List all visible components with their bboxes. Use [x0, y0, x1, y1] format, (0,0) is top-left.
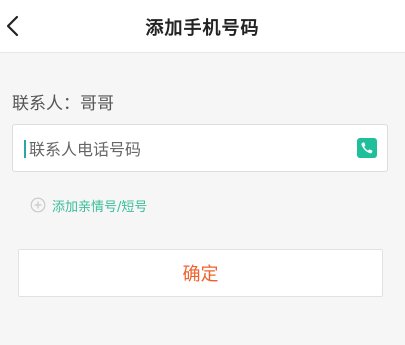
text-cursor: [24, 140, 26, 158]
phone-book-icon[interactable]: [357, 138, 377, 158]
plus-circle-icon: [30, 197, 46, 213]
form-area: 联系人：哥哥 添加亲情号/短号 确定: [0, 53, 405, 345]
confirm-button-label: 确定: [182, 264, 219, 285]
confirm-button[interactable]: 确定: [18, 249, 383, 297]
contact-name-label: 联系人：哥哥: [12, 94, 114, 114]
phone-field-container[interactable]: [12, 124, 388, 173]
phone-number-input[interactable]: [27, 125, 351, 173]
phone-glyph-icon: [361, 142, 373, 154]
add-link-label: 添加亲情号/短号: [52, 199, 148, 215]
page-title: 添加手机号码: [145, 18, 260, 39]
app-header: 添加手机号码: [0, 0, 405, 53]
add-family-number-link[interactable]: 添加亲情号/短号: [30, 195, 147, 215]
